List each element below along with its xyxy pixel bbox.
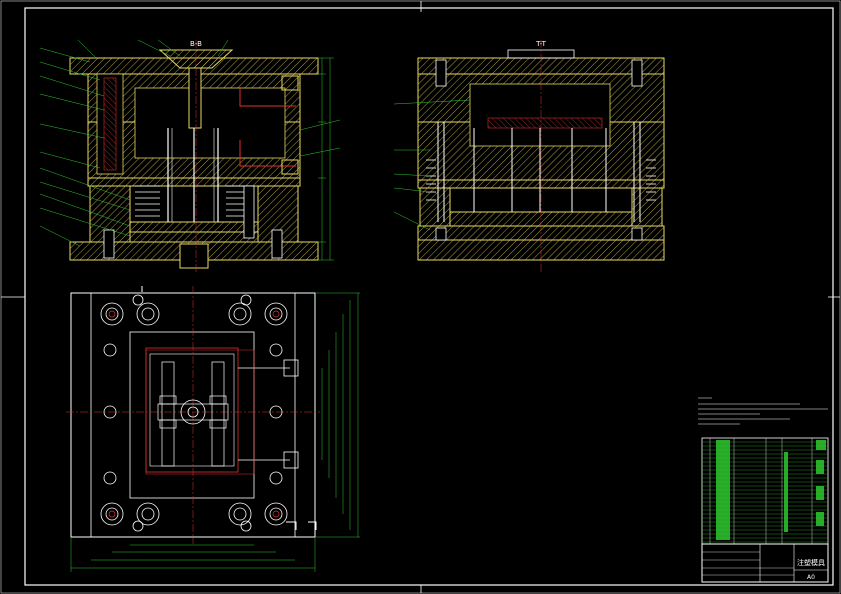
cad-drawing-canvas: B-B T-T 注塑模具 A0 [0, 0, 841, 594]
section-view-right: T-T [393, 40, 665, 272]
section-view-left: B-B [39, 39, 341, 272]
plan-view [66, 286, 360, 572]
title-block: 注塑模具 A0 [701, 543, 829, 583]
section-label-right: T-T [535, 40, 547, 48]
tech-notes [698, 397, 828, 425]
drawing-title: 注塑模具 [797, 558, 825, 567]
drawing-scale: A0 [807, 574, 815, 581]
parts-list-table [701, 437, 829, 545]
section-label-left: B-B [190, 40, 202, 48]
